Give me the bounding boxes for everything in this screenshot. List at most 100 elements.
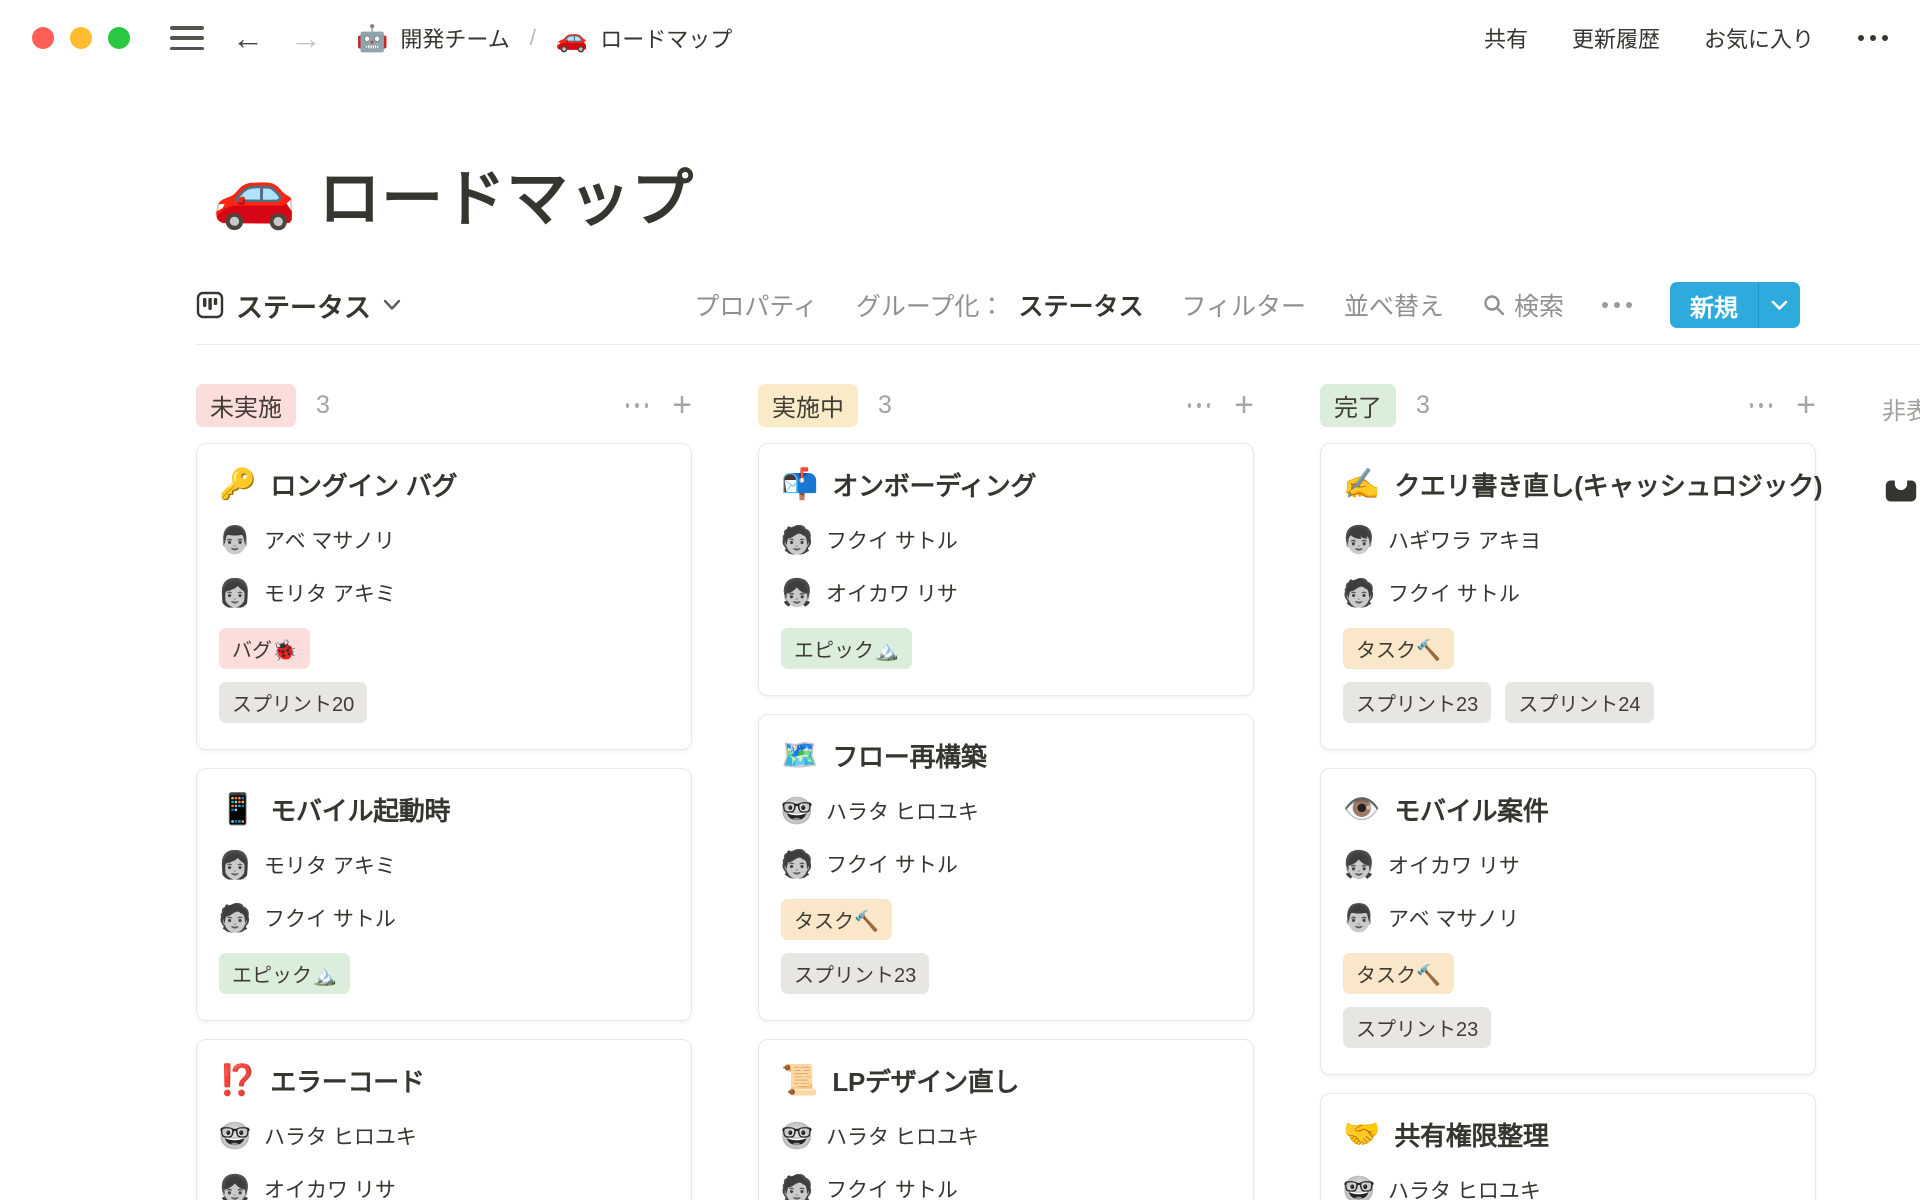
card[interactable]: 🔑 ロングイン バグ 👨 アベ マサノリ 👩 モリタ アキミ バグ🐞 スプリント… [196, 443, 692, 750]
card[interactable]: 📱 モバイル起動時 👩 モリタ アキミ 🧑 フクイ サトル エピック🏔️ [196, 768, 692, 1021]
new-button-caret[interactable] [1758, 282, 1800, 328]
avatar: 🧑 [1343, 577, 1375, 609]
sprint-pill: スプリント24 [1505, 682, 1653, 723]
tag-pill: タスク🔨 [1343, 628, 1454, 669]
page-title[interactable]: ロードマップ [319, 148, 694, 238]
hidden-group-row[interactable] [1882, 472, 1920, 510]
tag-pill: エピック🏔️ [781, 628, 912, 669]
forward-arrow-icon[interactable]: → [290, 22, 322, 54]
card-title: ロングイン バグ [270, 466, 457, 503]
view-switcher[interactable]: ステータス [196, 286, 401, 325]
card[interactable]: ✍️ クエリ書き直し(キャッシュロジック) 👦 ハギワラ アキヨ 🧑 フクイ サ… [1320, 443, 1816, 750]
assignee-name: フクイ サトル [1388, 578, 1520, 608]
assignee: 👨 アベ マサノリ [219, 524, 671, 556]
breadcrumb-separator: / [530, 25, 536, 51]
inbox-icon [1882, 472, 1920, 510]
assignee: 🤓 ハラタ ヒロユキ [781, 795, 1233, 827]
column-done: 完了 3 + ✍️ クエリ書き直し(キャッシュロジック) 👦 ハギワラ アキヨ … [1320, 385, 1816, 1200]
column-count: 3 [878, 391, 892, 420]
column-count: 3 [316, 391, 330, 420]
chevron-down-icon [383, 299, 401, 311]
column-more-icon[interactable] [1750, 394, 1772, 416]
card-title: エラーコード [270, 1062, 424, 1099]
card[interactable]: 📜 LPデザイン直し 🤓 ハラタ ヒロユキ 🧑 フクイ サトル タスク🔨 [758, 1039, 1254, 1200]
avatar: 🧑 [781, 1173, 813, 1200]
assignee: 👩 モリタ アキミ [219, 849, 671, 881]
close-window-button[interactable] [32, 27, 54, 49]
assignee-name: アベ マサノリ [1388, 903, 1519, 933]
card[interactable]: 🤝 共有権限整理 🤓 ハラタ ヒロユキ 👵 アラヤ マキ [1320, 1093, 1816, 1200]
properties-button[interactable]: プロパティ [694, 287, 818, 323]
card-emoji-icon: 🤝 [1343, 1117, 1380, 1152]
card[interactable]: 📬 オンボーディング 🧑 フクイ サトル 👧 オイカワ リサ エピック🏔️ [758, 443, 1254, 696]
sprint-pill: スプリント23 [1343, 682, 1491, 723]
sort-button[interactable]: 並べ替え [1344, 287, 1444, 323]
tag-pill: タスク🔨 [1343, 953, 1454, 994]
card[interactable]: 👁️ モバイル案件 👧 オイカワ リサ 👨 アベ マサノリ タスク🔨 スプリント… [1320, 768, 1816, 1075]
back-arrow-icon[interactable]: ← [232, 22, 264, 54]
column-add-card-icon[interactable]: + [1234, 388, 1254, 422]
sprint-pill: スプリント20 [219, 682, 367, 723]
card[interactable]: ⁉️ エラーコード 🤓 ハラタ ヒロユキ 👧 オイカワ リサ バグ🐞 [196, 1039, 692, 1200]
assignee: 🧑 フクイ サトル [1343, 577, 1795, 609]
avatar: 🤓 [781, 1120, 813, 1152]
group-by-button[interactable]: グループ化： ステータス [856, 287, 1144, 323]
view-toolbar: ステータス プロパティ グループ化： ステータス フィルター 並べ替え 検索 [196, 280, 1920, 330]
assignee: 🤓 ハラタ ヒロユキ [1343, 1174, 1795, 1200]
card-emoji-icon: 🔑 [219, 467, 256, 502]
assignee-name: フクイ サトル [826, 525, 958, 555]
breadcrumb: 🤖 開発チーム / 🚗 ロードマップ [356, 22, 732, 54]
card-title: 共有権限整理 [1394, 1116, 1548, 1153]
assignee: 🤓 ハラタ ヒロユキ [219, 1120, 671, 1152]
assignee: 👩 モリタ アキミ [219, 577, 671, 609]
new-button[interactable]: 新規 [1670, 282, 1800, 328]
breadcrumb-page[interactable]: ロードマップ [600, 22, 732, 54]
favorites-button[interactable]: お気に入り [1704, 22, 1814, 54]
sprint-pill: スプリント23 [781, 953, 929, 994]
new-button-label[interactable]: 新規 [1670, 282, 1758, 328]
card-title: LPデザイン直し [832, 1062, 1019, 1099]
breadcrumb-workspace[interactable]: 開発チーム [400, 22, 509, 54]
assignee-name: オイカワ リサ [1388, 850, 1520, 880]
assignee: 🧑 フクイ サトル [781, 524, 1233, 556]
column-add-card-icon[interactable]: + [1796, 388, 1816, 422]
hidden-groups-section: 非表示 [1882, 385, 1920, 510]
column-not-started: 未実施 3 + 🔑 ロングイン バグ 👨 アベ マサノリ 👩 [196, 385, 692, 1200]
card-emoji-icon: 📱 [219, 792, 256, 827]
assignee: 🧑 フクイ サトル [219, 902, 671, 934]
view-options-icon[interactable] [1602, 302, 1632, 308]
more-menu-icon[interactable] [1858, 35, 1888, 41]
page-emoji-icon: 🚗 [556, 23, 588, 54]
card[interactable]: 🗺️ フロー再構築 🤓 ハラタ ヒロユキ 🧑 フクイ サトル タスク🔨 スプリン… [758, 714, 1254, 1021]
column-add-card-icon[interactable]: + [672, 388, 692, 422]
minimize-window-button[interactable] [70, 27, 92, 49]
card-emoji-icon: ✍️ [1343, 467, 1380, 502]
share-button[interactable]: 共有 [1484, 22, 1528, 54]
avatar: 🧑 [219, 902, 251, 934]
assignee-name: ハラタ ヒロユキ [1388, 1175, 1541, 1200]
kanban-board: 未実施 3 + 🔑 ロングイン バグ 👨 アベ マサノリ 👩 [196, 345, 1920, 1200]
assignee-name: フクイ サトル [826, 849, 958, 879]
assignee: 🧑 フクイ サトル [781, 848, 1233, 880]
status-pill: 実施中 [758, 384, 858, 427]
tag-pill: バグ🐞 [219, 628, 310, 669]
column-more-icon[interactable] [626, 394, 648, 416]
group-by-label: グループ化： [856, 287, 1005, 323]
avatar: 👨 [219, 524, 251, 556]
assignee-name: アベ マサノリ [264, 525, 395, 555]
board-view-icon [196, 291, 224, 319]
avatar: 👧 [219, 1173, 251, 1200]
card-title: クエリ書き直し(キャッシュロジック) [1394, 466, 1822, 503]
search-button[interactable]: 検索 [1482, 287, 1564, 323]
filter-button[interactable]: フィルター [1181, 287, 1306, 323]
column-more-icon[interactable] [1188, 394, 1210, 416]
assignee: 👨 アベ マサノリ [1343, 902, 1795, 934]
workspace-emoji-icon: 🤖 [356, 23, 388, 54]
hidden-groups-label: 非表示 [1882, 385, 1920, 426]
updates-button[interactable]: 更新履歴 [1572, 22, 1660, 54]
sidebar-toggle-icon[interactable] [170, 26, 204, 50]
page-title-emoji-icon: 🚗 [212, 153, 297, 233]
card-title: オンボーディング [832, 466, 1036, 503]
zoom-window-button[interactable] [108, 27, 130, 49]
assignee-name: モリタ アキミ [264, 850, 396, 880]
